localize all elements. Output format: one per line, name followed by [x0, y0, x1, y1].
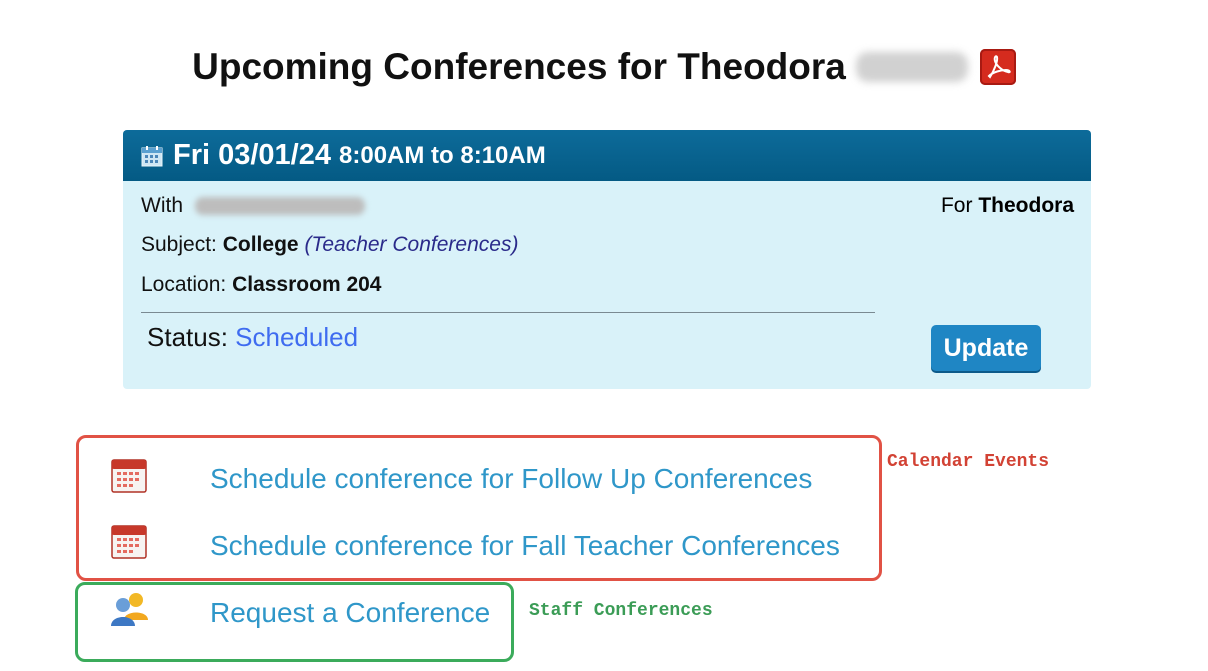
update-button[interactable]: Update	[931, 325, 1041, 371]
schedule-follow-up-link[interactable]: Schedule conference for Follow Up Confer…	[210, 463, 812, 495]
calendar-events-annotation: Calendar Events	[887, 452, 1050, 472]
redacted-student-surname	[855, 52, 968, 82]
conference-card-header: Fri 03/01/24 8:00AM to 8:10AM	[123, 130, 1091, 181]
with-row: With	[141, 194, 365, 218]
pdf-icon[interactable]	[979, 49, 1016, 85]
location-value: Classroom 204	[232, 273, 382, 296]
location-row: Location: Classroom 204	[141, 273, 382, 297]
page-title-text: Upcoming Conferences for Theodora	[192, 46, 846, 87]
calendar-icon[interactable]	[110, 456, 150, 501]
page-title: Upcoming Conferences for Theodora	[0, 46, 1208, 88]
redacted-teacher-name	[194, 197, 365, 216]
conference-time: 8:00AM to 8:10AM	[339, 141, 546, 169]
schedule-fall-teacher-link[interactable]: Schedule conference for Fall Teacher Con…	[210, 530, 840, 562]
calendar-small-icon	[141, 145, 163, 167]
staff-conferences-annotation: Staff Conferences	[529, 601, 713, 621]
subject-row: Subject: College (Teacher Conferences)	[141, 233, 518, 257]
location-label: Location:	[141, 273, 227, 296]
with-label: With	[141, 194, 183, 217]
subject-label: Subject:	[141, 233, 217, 256]
subject-category: (Teacher Conferences)	[304, 233, 519, 256]
divider	[141, 312, 875, 313]
status-label: Status:	[147, 322, 228, 352]
calendar-icon[interactable]	[110, 522, 150, 567]
status-value: Scheduled	[235, 322, 359, 352]
conference-date: Fri 03/01/24	[173, 139, 331, 171]
users-icon[interactable]	[108, 590, 154, 635]
for-name: Theodora	[978, 194, 1074, 217]
conference-card: Fri 03/01/24 8:00AM to 8:10AM With For T…	[123, 130, 1091, 389]
subject-value: College	[222, 233, 299, 256]
status-row: Status: Scheduled	[147, 322, 358, 353]
for-label: For	[940, 194, 973, 217]
for-row: For Theodora	[941, 194, 1074, 218]
request-conference-link[interactable]: Request a Conference	[210, 597, 490, 629]
